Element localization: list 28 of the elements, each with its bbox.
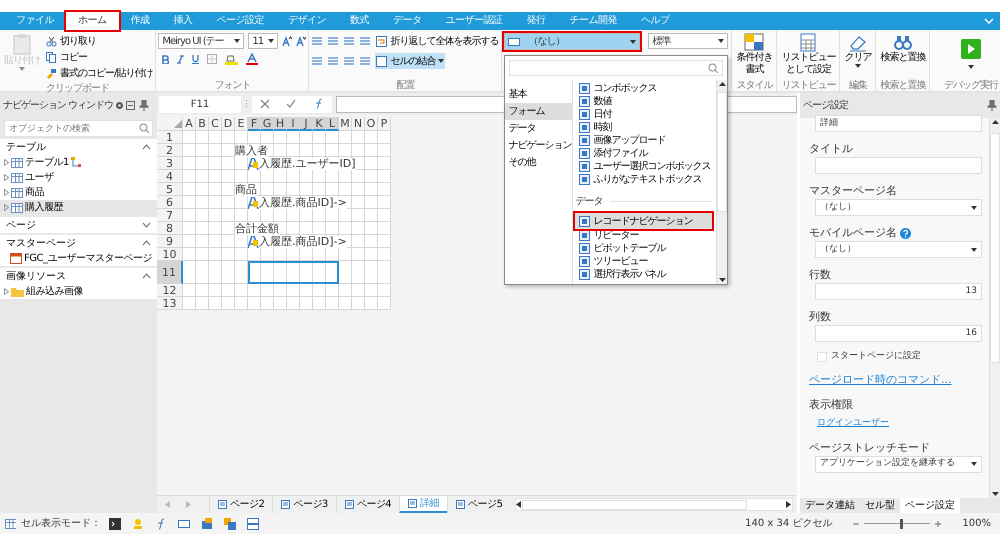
group-heading: データ [575, 195, 602, 209]
cell-text: 購入者 [235, 144, 268, 156]
status-text: 140 x 34 ピクセル [745, 517, 832, 531]
group-label: スタイル [735, 79, 774, 91]
zoom-value: 100% [962, 517, 991, 531]
field-reference: 入履歴.商品ID]-> [248, 236, 347, 248]
cell-text: 商品 [235, 184, 257, 196]
group-label: 配置 [395, 78, 416, 91]
panel-title: ナビゲーション ウィンドウ [3, 99, 114, 113]
checkbox-label: スタートページに設定 [831, 350, 921, 363]
property-label: 行数 [809, 267, 831, 284]
group-label: デバッグ実行 [944, 78, 998, 91]
field-reference: 入履歴.商品ID]-> [248, 196, 347, 208]
group-label: クリップボード [45, 82, 110, 94]
property-label: マスターページ名 [809, 183, 897, 200]
property-label: モバイルページ名 [809, 225, 897, 242]
group-label: リストビュー [780, 79, 837, 91]
field-reference: 入履歴.ユーザーID] [248, 158, 356, 170]
property-label: 表示権限 [809, 397, 853, 414]
group-label: フォント [213, 79, 252, 91]
group-label: 検索と置換 [879, 78, 927, 91]
status-text: セル表示モード： [21, 516, 101, 531]
panel-title: ページ設定 [803, 98, 848, 113]
property-label: 列数 [809, 309, 831, 326]
group-label: 編集 [848, 79, 868, 91]
cell-text: 合計金額 [235, 222, 279, 234]
property-label: タイトル [809, 141, 853, 158]
property-label: ページストレッチモード [809, 440, 930, 456]
